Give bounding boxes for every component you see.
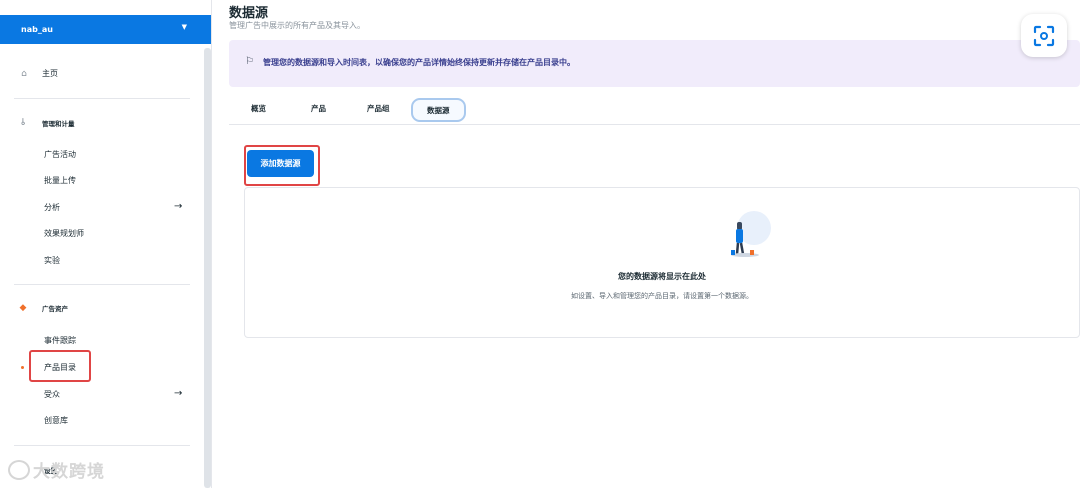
data-sources-panel: 您的数据源将显示在此处 如设置、导入和管理您的产品目录，请设置第一个数据源。 [244,187,1080,338]
section-manage: ⫰ 管理和计量 [18,118,75,128]
active-indicator [21,366,24,369]
empty-state-description: 如设置、导入和管理您的产品目录，请设置第一个数据源。 [571,292,753,300]
flag-icon: ⚐ [245,56,254,67]
sidebar-item-experiments[interactable]: 实验 [44,255,60,266]
divider [14,284,190,285]
sidebar-item-home[interactable]: ⌂ 主页 [16,68,58,79]
home-icon: ⌂ [21,68,27,79]
chevron-down-icon: ▼ [181,23,187,31]
section-label: 管理和计量 [42,120,75,128]
banner-text: 管理您的数据源和导入时间表，以确保您的产品详情始终保持更新并存储在产品目录中。 [263,58,575,67]
tab-products[interactable]: 产品 [311,103,326,114]
empty-state-illustration [731,211,771,257]
divider [14,445,190,446]
divider [14,98,190,99]
sidebar-item-event-tracking[interactable]: 事件跟踪 [44,335,76,346]
scan-button[interactable] [1021,14,1067,57]
sidebar: nab_au ▼ ⌂ 主页 ⫰ 管理和计量 广告活动 批量上传 分析 → 效果规… [0,0,212,488]
scan-icon [1033,25,1055,46]
watermark: 大数跨境 [8,457,105,482]
tab-bar: 概览 产品 产品组 数据源 [229,98,1080,125]
tab-data-sources[interactable]: 数据源 [411,98,466,122]
tab-product-groups[interactable]: 产品组 [367,103,390,114]
page-title: 数据源 [229,6,269,21]
page-subtitle: 管理广告中展示的所有产品及其导入。 [229,21,365,30]
watermark-text: 大数跨境 [33,462,105,482]
sidebar-item-campaigns[interactable]: 广告活动 [44,149,76,160]
layers-icon: ◆ [19,303,27,313]
watermark-logo-icon [8,459,30,480]
tab-overview[interactable]: 概览 [251,103,266,114]
account-switcher[interactable]: nab_au ▼ [0,15,211,44]
arrow-right-icon[interactable]: → [174,388,182,399]
sidebar-item-audiences[interactable]: 受众 [44,389,60,400]
arrow-right-icon[interactable]: → [174,201,182,212]
sidebar-item-creative-library[interactable]: 创意库 [44,415,68,426]
pulse-icon: ⫰ [21,118,25,128]
empty-state-title: 您的数据源将显示在此处 [618,272,706,281]
account-name: nab_au [21,25,53,34]
sidebar-item-performance-planner[interactable]: 效果规划师 [44,228,84,239]
section-assets: ◆ 广告资产 [18,303,68,313]
highlight-box [29,350,91,382]
highlight-box [244,145,320,186]
sidebar-item-label: 主页 [42,69,58,78]
sidebar-item-bulk-upload[interactable]: 批量上传 [44,175,76,186]
info-banner: ⚐ 管理您的数据源和导入时间表，以确保您的产品详情始终保持更新并存储在产品目录中… [229,40,1080,87]
sidebar-scrollbar[interactable] [204,48,211,488]
section-label: 广告资产 [42,305,68,313]
sidebar-item-analytics[interactable]: 分析 [44,202,60,213]
